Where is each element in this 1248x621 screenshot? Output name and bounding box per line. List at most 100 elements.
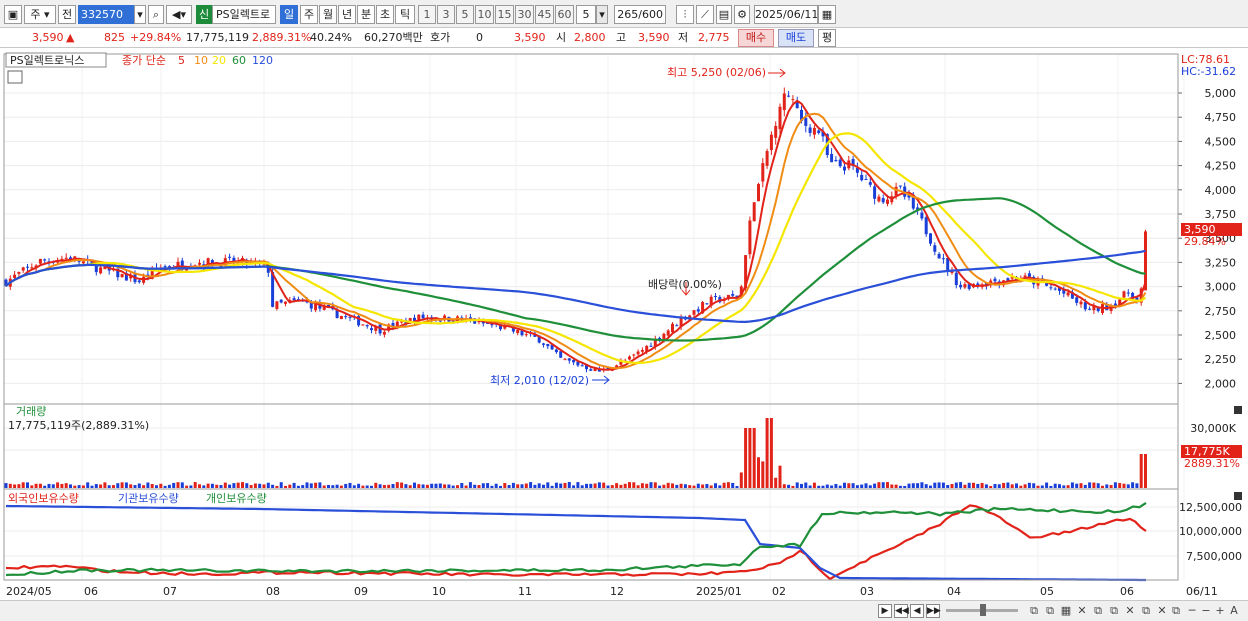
code-input[interactable]: 332570 (78, 5, 134, 24)
date-input[interactable]: 2025/06/11 (754, 5, 818, 24)
volume-bar (632, 482, 636, 488)
count-field[interactable]: 265/600 (614, 5, 666, 24)
news-badge[interactable]: 신 (196, 5, 212, 24)
scroll-next-icon[interactable]: ▶▶ (926, 604, 941, 618)
volume-bar (90, 485, 94, 488)
volume-bar (1113, 482, 1117, 488)
split-icon[interactable]: ⧉ (1044, 605, 1056, 617)
interval-60[interactable]: 60 (555, 5, 574, 24)
x-tick-label: 05 (1040, 585, 1054, 598)
save-icon[interactable]: ▤ (716, 5, 732, 24)
candle-body (963, 284, 967, 288)
volume-bar (150, 484, 154, 488)
interval-45[interactable]: 45 (535, 5, 554, 24)
volume-bar (494, 483, 498, 488)
holding-panel-close-icon[interactable] (1234, 492, 1242, 500)
interval-30[interactable]: 30 (515, 5, 534, 24)
candle-body (778, 106, 782, 130)
scroll-first-icon[interactable]: ◀◀ (894, 604, 909, 618)
volume-bar (997, 484, 1001, 488)
price-tick-label: 3,750 (1205, 208, 1237, 221)
period-year[interactable]: 년 (338, 5, 356, 24)
volume-bar (572, 485, 576, 488)
volume-bar (1079, 483, 1083, 488)
cross-icon[interactable]: ✕ (1076, 605, 1088, 617)
interval-dropdown-icon[interactable]: ▾ (596, 5, 608, 24)
plus-icon[interactable]: + (1214, 605, 1226, 617)
volume-bar (800, 483, 803, 488)
interval-10[interactable]: 10 (475, 5, 494, 24)
window-icon[interactable]: ⧉ (1092, 605, 1104, 617)
price-tick-label: 4,000 (1205, 184, 1237, 197)
sell-button[interactable]: 매도 (778, 29, 814, 47)
restore-icon[interactable]: ⧉ (1170, 605, 1182, 617)
legend-ma-prefix: 종가 단순 (122, 54, 166, 67)
scroll-right-icon[interactable]: ▶ (878, 604, 892, 618)
stock-name-field[interactable]: PS일렉트로 (212, 5, 276, 24)
buy-button[interactable]: 매수 (738, 29, 774, 47)
x-tool-icon[interactable]: ✕ (1156, 605, 1168, 617)
minus-icon[interactable]: − (1200, 605, 1212, 617)
table-icon[interactable] (7, 70, 23, 84)
volume-bar (873, 483, 877, 488)
copy-icon[interactable]: ⧉ (1108, 605, 1120, 617)
candle-body (1126, 292, 1130, 294)
candle-body (946, 257, 950, 272)
font-size-icon[interactable]: A (1228, 605, 1240, 617)
holding-panel-frame (3, 488, 1179, 581)
interval-1[interactable]: 1 (418, 5, 436, 24)
legend-institution: 기관보유수량 (118, 492, 179, 505)
interval-3[interactable]: 3 (437, 5, 455, 24)
candle-body (959, 284, 963, 288)
market-select[interactable]: 주 ▾ (24, 5, 56, 24)
period-tick[interactable]: 틱 (395, 5, 415, 24)
period-second[interactable]: 초 (376, 5, 394, 24)
volume-bar (271, 484, 275, 488)
volume-bar (774, 477, 778, 488)
period-week[interactable]: 주 (300, 5, 318, 24)
scroll-prev-icon[interactable]: ◀ (910, 604, 924, 618)
candle-body (64, 257, 68, 259)
draw-tool-icon[interactable]: ⟋ (696, 5, 714, 24)
volume-bar (851, 483, 855, 488)
search-icon[interactable]: ⌕ (148, 5, 164, 24)
volume-bar (804, 482, 808, 488)
price-tick-label: 3,000 (1205, 281, 1237, 294)
candle-type-icon[interactable]: ⫶ (676, 5, 694, 24)
volume-bar (103, 482, 107, 488)
volume-bar (1032, 483, 1036, 488)
gear-icon[interactable]: ⚙ (734, 5, 750, 24)
speaker-icon[interactable]: ◀▾ (166, 5, 192, 24)
pin-icon[interactable]: ✕ (1124, 605, 1136, 617)
zoom-slider-handle[interactable] (980, 604, 986, 616)
candle-body (314, 304, 318, 311)
interval-input[interactable]: 5 (576, 5, 596, 24)
volume-panel-close-icon[interactable] (1234, 406, 1242, 414)
volume-bar (645, 483, 649, 488)
volume-bar (331, 485, 335, 488)
interval-15[interactable]: 15 (495, 5, 514, 24)
prefix-button[interactable]: 전 (58, 5, 76, 24)
volume-bar (56, 482, 60, 488)
x-tick-label: 04 (947, 585, 961, 598)
interval-5[interactable]: 5 (456, 5, 474, 24)
volume-bar (365, 485, 369, 488)
chart-canvas[interactable]: 5,0004,7504,5004,2504,0003,7503,5003,250… (0, 48, 1248, 600)
volume-bar (980, 482, 984, 488)
chart-area[interactable]: 5,000 4,750 4,500 4,250 4,000 3,750 3,500 3,250… (0, 48, 1248, 600)
eval-button[interactable]: 평 (818, 29, 836, 47)
compare-icon[interactable]: ⧉ (1140, 605, 1152, 617)
layout-icon[interactable]: ⧉ (1028, 605, 1040, 617)
candle-body (339, 315, 343, 320)
volume-bar (692, 485, 696, 488)
period-minute[interactable]: 분 (357, 5, 375, 24)
zoom-out-icon[interactable]: ─ (1186, 605, 1198, 617)
calendar-icon[interactable]: ▦ (818, 5, 836, 24)
period-day[interactable]: 일 (280, 5, 298, 24)
holding-tick-label: 12,500,000 (1179, 501, 1242, 514)
high-arrow-icon (768, 68, 786, 78)
grid-icon[interactable]: ▦ (1060, 605, 1072, 617)
period-month[interactable]: 월 (319, 5, 337, 24)
window-menu-icon[interactable]: ▣ (4, 5, 22, 24)
code-dropdown-icon[interactable]: ▾ (134, 5, 146, 24)
